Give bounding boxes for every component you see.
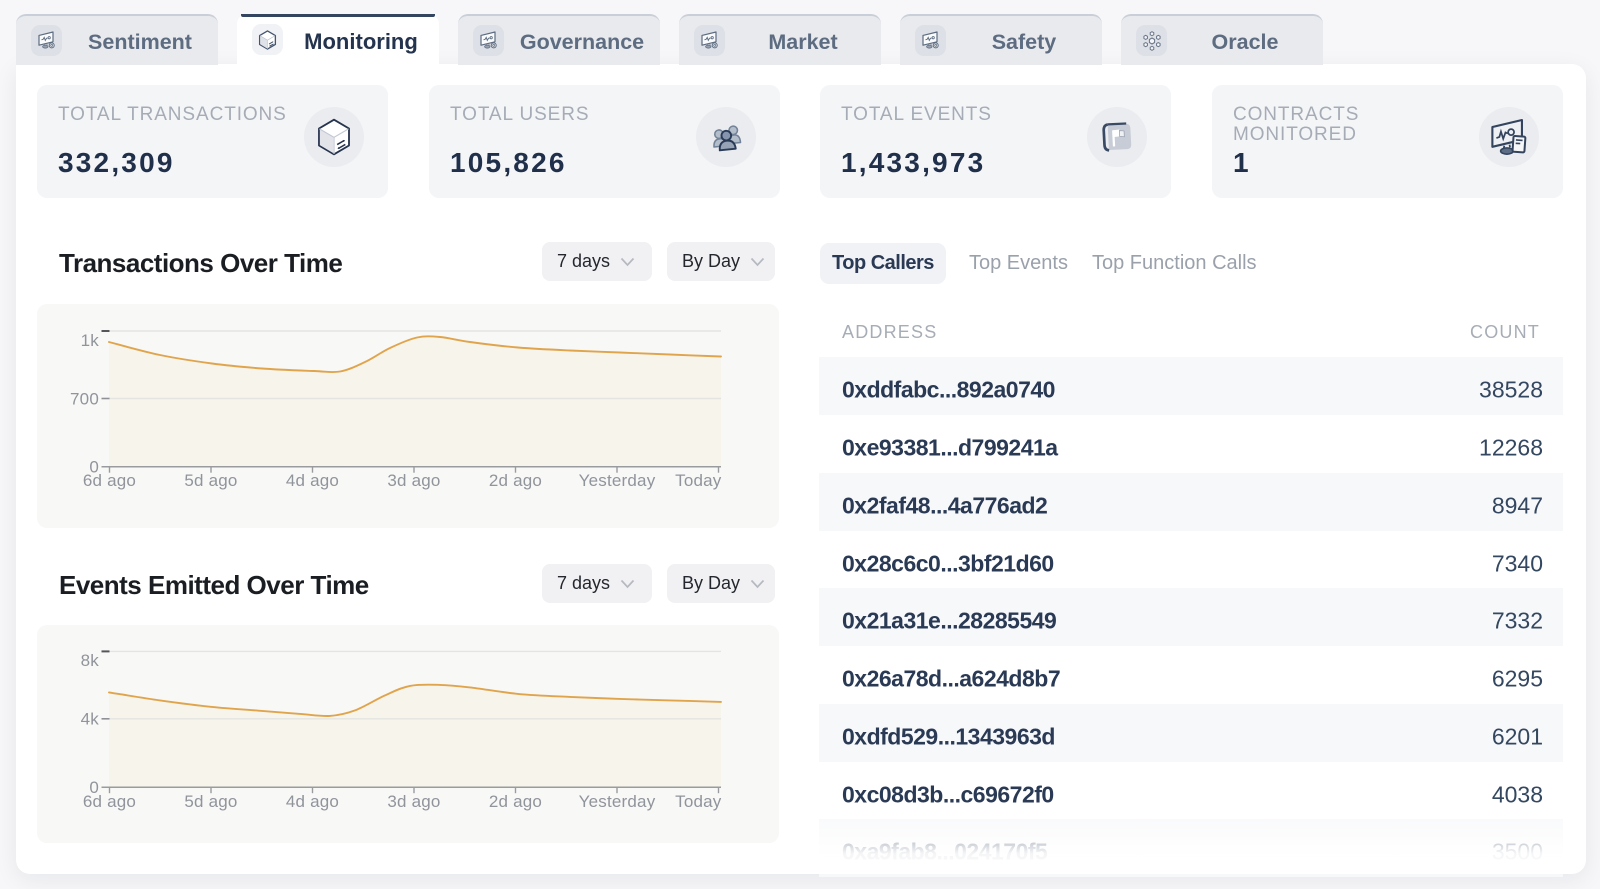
svg-text:Today: Today — [675, 792, 722, 811]
svg-text:6d ago: 6d ago — [83, 792, 136, 811]
svg-text:2d ago: 2d ago — [489, 792, 542, 811]
svg-text:700: 700 — [70, 390, 99, 409]
svg-text:Yesterday: Yesterday — [579, 792, 656, 811]
svg-text:5d ago: 5d ago — [184, 792, 237, 811]
svg-text:3d ago: 3d ago — [387, 792, 440, 811]
svg-text:4k: 4k — [81, 710, 100, 729]
svg-text:Today: Today — [675, 471, 722, 490]
svg-text:1k: 1k — [81, 331, 100, 350]
svg-text:4d ago: 4d ago — [286, 471, 339, 490]
svg-text:2d ago: 2d ago — [489, 471, 542, 490]
svg-text:4d ago: 4d ago — [286, 792, 339, 811]
svg-text:5d ago: 5d ago — [184, 471, 237, 490]
svg-text:3d ago: 3d ago — [387, 471, 440, 490]
svg-text:8k: 8k — [81, 651, 100, 670]
svg-text:6d ago: 6d ago — [83, 471, 136, 490]
svg-text:Yesterday: Yesterday — [579, 471, 656, 490]
